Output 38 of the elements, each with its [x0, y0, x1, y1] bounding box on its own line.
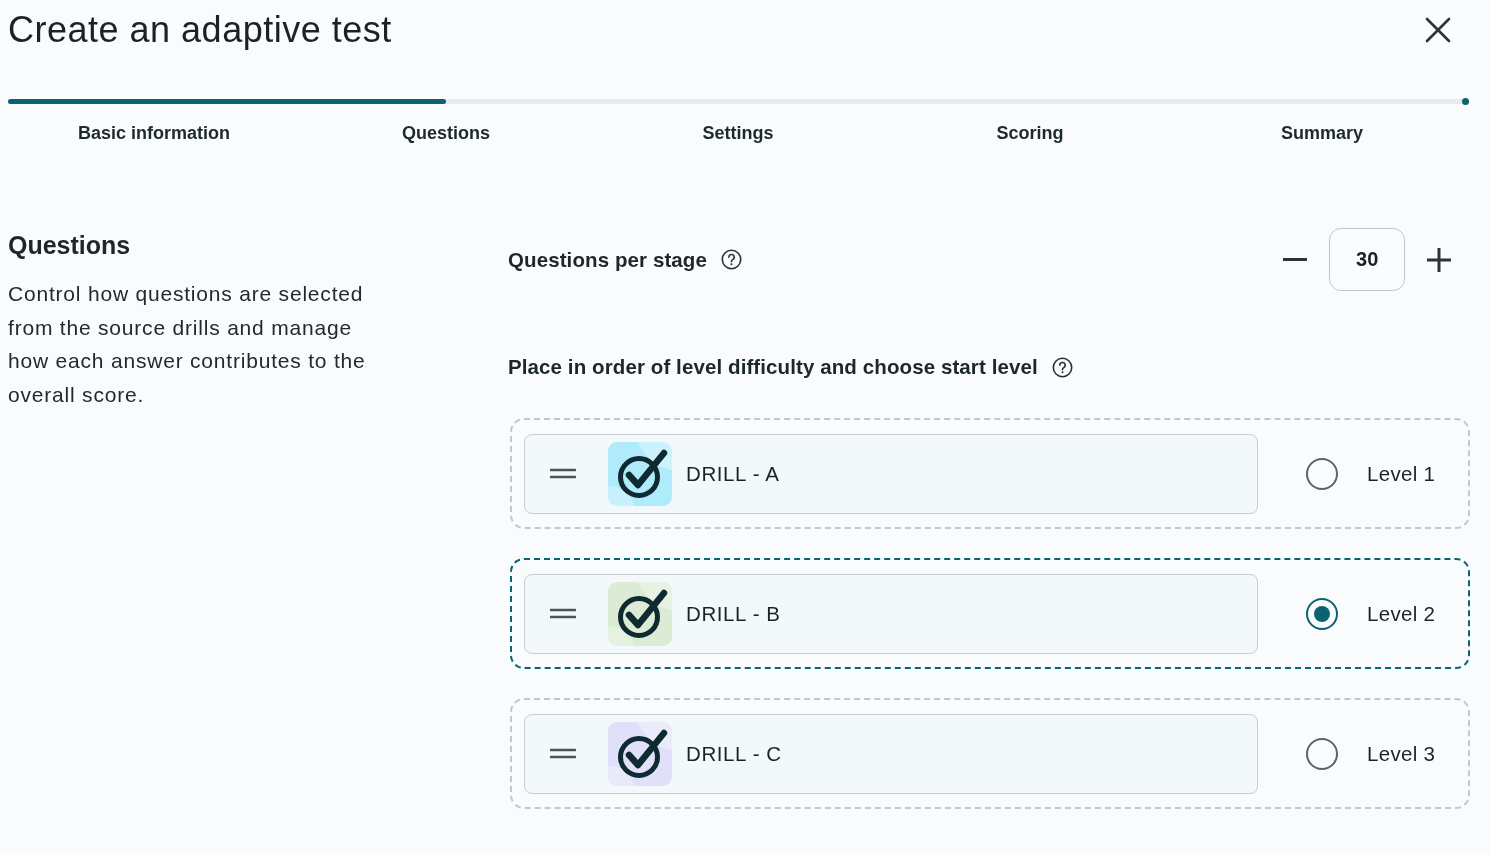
step-tab[interactable]: Settings	[702, 122, 774, 144]
level-label: Level 3	[1367, 741, 1436, 766]
drill-card[interactable]: DRILL - C	[524, 713, 1258, 794]
dialog-title: Create an adaptive test	[8, 9, 392, 51]
step-tab[interactable]: Questions	[402, 122, 490, 144]
drill-name: DRILL - A	[686, 461, 780, 486]
help-button[interactable]	[721, 249, 742, 270]
level-label: Level 1	[1367, 461, 1436, 486]
section-heading: Questions	[8, 230, 131, 260]
order-instruction-label: Place in order of level difficulty and choose start level	[508, 355, 1038, 379]
step-tab[interactable]: Basic information	[78, 122, 230, 144]
questions-per-stage-label: Questions per stage	[508, 247, 707, 272]
help-button[interactable]	[1051, 356, 1073, 378]
increase-button[interactable]	[1426, 246, 1453, 273]
minus-icon	[1283, 258, 1308, 261]
help-icon	[1051, 356, 1073, 378]
drag-handle-icon[interactable]	[550, 748, 576, 759]
checkmark-tile-icon	[608, 721, 672, 786]
step-tab[interactable]: Summary	[1280, 122, 1363, 144]
drill-card[interactable]: DRILL - B	[524, 573, 1258, 654]
level-radio[interactable]	[1306, 457, 1338, 490]
level-radio[interactable]	[1306, 597, 1338, 630]
drag-handle-icon[interactable]	[550, 468, 576, 479]
level-radio[interactable]	[1306, 737, 1338, 770]
plus-icon	[1427, 247, 1452, 272]
drill-name: DRILL - B	[686, 601, 781, 626]
questions-count-field[interactable]: 30	[1329, 228, 1406, 291]
drag-handle-icon[interactable]	[550, 608, 576, 619]
checkmark-tile-icon	[608, 581, 672, 646]
step-tab[interactable]: Scoring	[996, 122, 1064, 144]
end-dot-icon	[1462, 98, 1469, 105]
close-icon[interactable]	[1424, 16, 1452, 44]
section-description: Control how questions are selected from the source drills and manage how each answer contributes to the overall score.	[8, 281, 367, 409]
drill-card[interactable]: DRILL - A	[524, 433, 1258, 514]
help-icon	[721, 249, 742, 270]
drill-name: DRILL - C	[686, 741, 782, 766]
level-label: Level 2	[1367, 601, 1436, 626]
checkmark-tile-icon	[608, 441, 672, 506]
